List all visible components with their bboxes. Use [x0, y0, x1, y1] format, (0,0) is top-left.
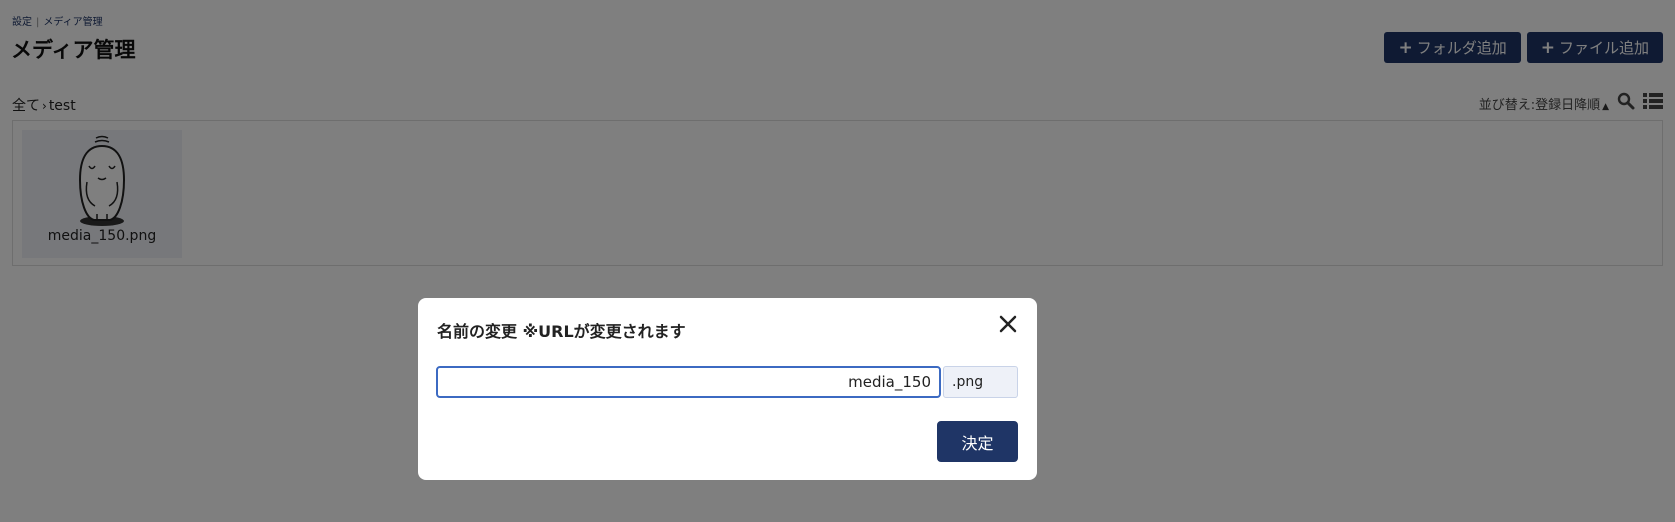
- close-icon[interactable]: [997, 313, 1019, 335]
- rename-dialog: 名前の変更 ※URLが変更されます .png 決定: [418, 298, 1037, 480]
- confirm-button[interactable]: 決定: [937, 421, 1018, 462]
- file-extension: .png: [943, 366, 1018, 398]
- dialog-title: 名前の変更 ※URLが変更されます: [437, 322, 686, 341]
- file-name-input[interactable]: [436, 366, 941, 398]
